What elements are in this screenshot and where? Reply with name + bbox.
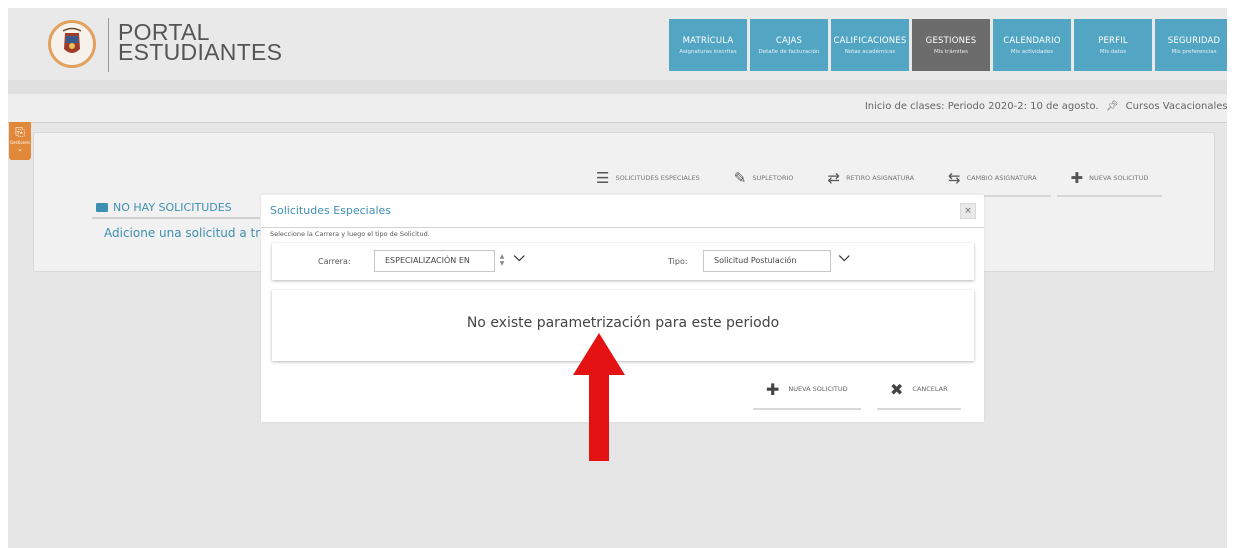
nav-seguridad[interactable]: SEGURIDAD Mis preferencias bbox=[1155, 19, 1233, 71]
heading-underline bbox=[92, 217, 260, 219]
edit-icon: ✎ bbox=[733, 168, 747, 187]
browser-page: PORTAL ESTUDIANTES MATRÍCULA Asignaturas… bbox=[8, 8, 1235, 548]
no-requests-text: NO HAY SOLICITUDES bbox=[113, 201, 232, 214]
nav-label: GESTIONES bbox=[925, 35, 977, 46]
info-text-periodo: Inicio de clases: Periodo 2020-2: 10 de … bbox=[864, 101, 1099, 112]
info-bar: Inicio de clases: Periodo 2020-2: 10 de … bbox=[8, 94, 1235, 123]
modal-divider bbox=[261, 227, 984, 228]
type-label: Tipo: bbox=[668, 257, 688, 266]
nav-perfil[interactable]: PERFIL Mis datos bbox=[1074, 19, 1152, 71]
pin-icon: 📌︎ bbox=[1105, 101, 1119, 112]
type-select[interactable]: Solicitud Postulación bbox=[703, 250, 831, 272]
side-tab-gestiones[interactable]: ⎘ Gestiones ⌄ bbox=[9, 122, 31, 160]
modal-title: Solicitudes Especiales bbox=[270, 204, 392, 217]
action-label: RETIRO ASIGNATURA bbox=[846, 174, 915, 182]
nav-label: CALENDARIO bbox=[1003, 35, 1061, 46]
modal-instructions: Seleccione la Carrera y luego el tipo de… bbox=[270, 230, 430, 238]
portal-title-line2: ESTUDIANTES bbox=[118, 39, 283, 65]
retiro-asignatura-button[interactable]: ⇄ RETIRO ASIGNATURA bbox=[813, 161, 929, 197]
red-arrow-annotation bbox=[573, 333, 625, 461]
career-select[interactable]: ESPECIALIZACIÓN EN bbox=[374, 250, 495, 272]
spinner-icon[interactable]: ▲ ▼ bbox=[498, 253, 506, 267]
chevron-down-icon: ⌄ bbox=[17, 145, 23, 153]
page-margin bbox=[1227, 0, 1235, 548]
exchange-icon: ⇆ bbox=[948, 168, 961, 187]
nav-sublabel: Mis trámites bbox=[934, 48, 968, 55]
nav-sublabel: Asignaturas inscritas bbox=[679, 48, 737, 55]
portal-title: PORTAL ESTUDIANTES bbox=[118, 21, 283, 65]
action-bar: ☰ SOLICITUDES ESPECIALES ✎ SUPLETORIO ⇄ … bbox=[582, 161, 1163, 197]
briefcase-icon bbox=[96, 203, 108, 212]
nav-matricula[interactable]: MATRÍCULA Asignaturas inscritas bbox=[669, 19, 747, 71]
close-icon[interactable]: × bbox=[960, 203, 976, 219]
nav-sublabel: Mis preferencias bbox=[1171, 48, 1217, 55]
nav-sublabel: Mis actividades bbox=[1010, 48, 1054, 55]
info-text: Inicio de clases: Periodo 2020-2: 10 de … bbox=[865, 101, 1231, 112]
nav-calendario[interactable]: CALENDARIO Mis actividades bbox=[993, 19, 1071, 71]
nav-label: CAJAS bbox=[775, 35, 803, 46]
no-requests-heading: NO HAY SOLICITUDES bbox=[96, 201, 232, 214]
plus-icon: ✚ bbox=[1070, 168, 1084, 187]
request-form: Carrera: ESPECIALIZACIÓN EN ▲ ▼ ⌵ Tipo: S… bbox=[272, 243, 974, 280]
nav-calificaciones[interactable]: CALIFICACIONES Notas académicas bbox=[831, 19, 909, 71]
add-request-hint: Adicione una solicitud a tra bbox=[104, 226, 268, 240]
chevron-down-icon[interactable]: ⌵ bbox=[514, 249, 525, 265]
solicitudes-especiales-button[interactable]: ☰ SOLICITUDES ESPECIALES bbox=[582, 161, 714, 197]
nav-sublabel: Detalle de facturación bbox=[758, 48, 820, 55]
modal-cancel-button[interactable]: ✖ CANCELAR bbox=[877, 370, 961, 410]
nav-label: PERFIL bbox=[1098, 35, 1128, 46]
action-label: NUEVA SOLICITUD bbox=[1089, 174, 1149, 182]
brand-divider bbox=[108, 18, 109, 72]
nav-label: CALIFICACIONES bbox=[833, 35, 907, 46]
no-parametrization-message: No existe parametrización para este peri… bbox=[466, 315, 780, 331]
shuffle-icon: ⇄ bbox=[827, 168, 841, 187]
action-label: SUPLETORIO bbox=[752, 174, 794, 182]
university-logo[interactable] bbox=[48, 20, 96, 68]
nav-gestiones[interactable]: GESTIONES Mis trámites bbox=[912, 19, 990, 71]
nav-sublabel: Notas académicas bbox=[844, 48, 896, 55]
action-label: SOLICITUDES ESPECIALES bbox=[615, 174, 700, 182]
nav-label: MATRÍCULA bbox=[682, 35, 734, 46]
button-label: CANCELAR bbox=[912, 385, 948, 393]
info-text-vacacionales: Cursos Vacacionales: bbox=[1125, 101, 1231, 112]
nav-sublabel: Mis datos bbox=[1099, 48, 1127, 55]
modal-new-request-button[interactable]: ✚ NUEVA SOLICITUD bbox=[753, 370, 861, 410]
list-icon: ☰ bbox=[596, 168, 610, 187]
chevron-down-icon[interactable]: ⌵ bbox=[839, 249, 850, 265]
supletorio-button[interactable]: ✎ SUPLETORIO bbox=[719, 161, 808, 197]
header: PORTAL ESTUDIANTES MATRÍCULA Asignaturas… bbox=[8, 8, 1235, 80]
close-icon: ✖ bbox=[890, 379, 904, 399]
clipboard-icon: ⎘ bbox=[15, 125, 25, 139]
nueva-solicitud-button[interactable]: ✚ NUEVA SOLICITUD bbox=[1056, 161, 1163, 197]
cambio-asignatura-button[interactable]: ⇆ CAMBIO ASIGNATURA bbox=[934, 161, 1051, 197]
main-nav: MATRÍCULA Asignaturas inscritas CAJAS De… bbox=[666, 19, 1233, 71]
header-strip bbox=[8, 80, 1235, 94]
action-label: CAMBIO ASIGNATURA bbox=[966, 174, 1037, 182]
button-label: NUEVA SOLICITUD bbox=[788, 385, 848, 393]
career-label: Carrera: bbox=[318, 257, 351, 266]
nav-cajas[interactable]: CAJAS Detalle de facturación bbox=[750, 19, 828, 71]
plus-icon: ✚ bbox=[766, 379, 780, 399]
nav-label: SEGURIDAD bbox=[1167, 35, 1221, 46]
